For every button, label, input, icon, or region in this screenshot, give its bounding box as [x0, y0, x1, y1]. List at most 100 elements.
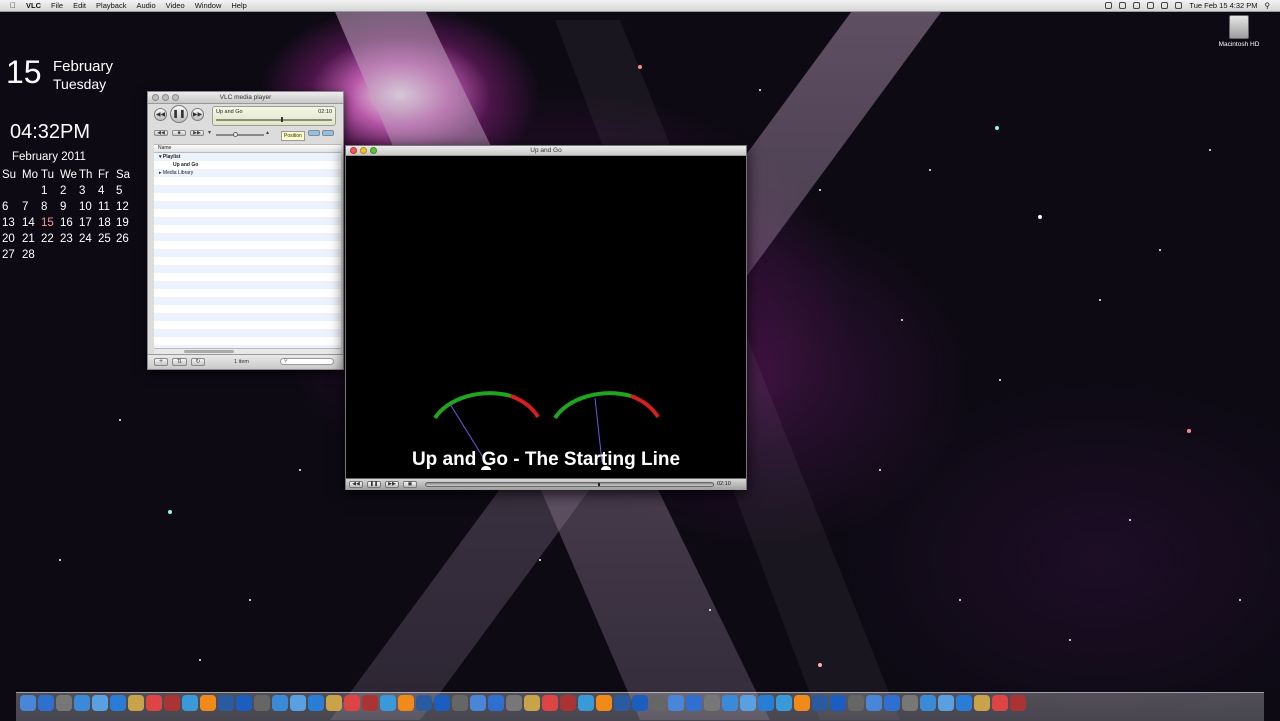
- menu-video[interactable]: Video: [166, 0, 185, 11]
- app-store-icon[interactable]: [182, 695, 198, 711]
- rewind-button[interactable]: ◀◀: [154, 108, 167, 121]
- safari-icon[interactable]: [38, 695, 54, 711]
- photoshop-icon[interactable]: [992, 695, 1008, 711]
- video-position-slider[interactable]: [425, 482, 714, 487]
- fullscreen-button[interactable]: [322, 130, 334, 136]
- safari-icon[interactable]: [542, 695, 558, 711]
- system-preferences-icon[interactable]: [812, 695, 828, 711]
- chat-icon[interactable]: [362, 695, 378, 711]
- scrollbar-thumb[interactable]: [184, 350, 234, 353]
- photo-booth-icon[interactable]: [416, 695, 432, 711]
- xcode-icon[interactable]: [974, 695, 990, 711]
- xcode-icon[interactable]: [218, 695, 234, 711]
- repeat-button[interactable]: ↻: [191, 358, 205, 366]
- close-button[interactable]: [152, 94, 159, 101]
- menu-file[interactable]: File: [51, 0, 63, 11]
- finder-icon[interactable]: [20, 695, 36, 711]
- calendar-icon[interactable]: [146, 695, 162, 711]
- fast-forward-button[interactable]: ▶▶: [385, 481, 399, 488]
- vlc-icon[interactable]: [452, 695, 468, 711]
- wifi-icon[interactable]: [1147, 2, 1155, 9]
- network-icon[interactable]: [596, 695, 612, 711]
- finder-icon[interactable]: [272, 695, 288, 711]
- xcode-icon[interactable]: [470, 695, 486, 711]
- vlc-icon[interactable]: [200, 695, 216, 711]
- playlist-column-name[interactable]: Name: [154, 145, 341, 153]
- trash-icon[interactable]: [254, 695, 270, 711]
- menu-edit[interactable]: Edit: [73, 0, 86, 11]
- chat-icon[interactable]: [110, 695, 126, 711]
- hard-drive-icon[interactable]: Macintosh HD: [1212, 15, 1266, 48]
- calendar-icon[interactable]: [902, 695, 918, 711]
- screen-icon[interactable]: [1105, 2, 1113, 9]
- system-preferences-icon[interactable]: [56, 695, 72, 711]
- folder-icon[interactable]: [380, 695, 396, 711]
- next-button[interactable]: ▶▶: [190, 130, 204, 136]
- menu-window[interactable]: Window: [195, 0, 222, 11]
- vlc-icon[interactable]: [956, 695, 972, 711]
- pause-button[interactable]: ❚❚: [170, 105, 188, 123]
- disclosure-open-icon[interactable]: ▾: [159, 154, 162, 160]
- network-icon[interactable]: [848, 695, 864, 711]
- fast-forward-button[interactable]: ▶▶: [191, 108, 204, 121]
- finder-icon[interactable]: [776, 695, 792, 711]
- photoshop-icon[interactable]: [740, 695, 756, 711]
- xcode-icon[interactable]: [722, 695, 738, 711]
- position-knob[interactable]: [280, 117, 283, 122]
- photo-booth-icon[interactable]: [164, 695, 180, 711]
- photo-booth-icon[interactable]: [668, 695, 684, 711]
- battery-icon[interactable]: [1175, 2, 1183, 9]
- media-library-row[interactable]: ▸ Media Library: [154, 169, 341, 177]
- rewind-button[interactable]: ◀◀: [349, 481, 363, 488]
- app-store-icon[interactable]: [434, 695, 450, 711]
- vlc-icon[interactable]: [704, 695, 720, 711]
- network-icon[interactable]: [92, 695, 108, 711]
- zoom-button[interactable]: [370, 147, 377, 154]
- spotlight-icon[interactable]: ⚲: [1265, 0, 1271, 11]
- trash-icon[interactable]: [1010, 695, 1026, 711]
- video-screen[interactable]: Up and Go - The Starting Line: [346, 156, 746, 478]
- calendar-icon[interactable]: [650, 695, 666, 711]
- folder-icon[interactable]: [884, 695, 900, 711]
- playlist-group-row[interactable]: ▾ Playlist: [154, 153, 341, 161]
- photoshop-icon[interactable]: [236, 695, 252, 711]
- chat-icon[interactable]: [866, 695, 882, 711]
- network-icon[interactable]: [344, 695, 360, 711]
- pause-button[interactable]: ❚❚: [367, 481, 381, 488]
- finder-icon[interactable]: [524, 695, 540, 711]
- preview-icon[interactable]: [578, 695, 594, 711]
- minimize-button[interactable]: [162, 94, 169, 101]
- playlist-search-field[interactable]: ⚲: [280, 358, 334, 365]
- playlist-track-row[interactable]: Up and Go: [154, 161, 341, 169]
- safari-icon[interactable]: [290, 695, 306, 711]
- system-preferences-icon[interactable]: [308, 695, 324, 711]
- volume-icon[interactable]: [1161, 2, 1169, 9]
- zoom-button[interactable]: [172, 94, 179, 101]
- chat-icon[interactable]: [614, 695, 630, 711]
- preview-icon[interactable]: [830, 695, 846, 711]
- disclosure-closed-icon[interactable]: ▸: [159, 170, 162, 176]
- volume-slider[interactable]: [216, 132, 264, 137]
- menu-audio[interactable]: Audio: [136, 0, 155, 11]
- add-item-button[interactable]: +: [154, 358, 168, 366]
- calendar-icon[interactable]: [398, 695, 414, 711]
- previous-button[interactable]: ◀◀: [154, 130, 168, 136]
- stop-button[interactable]: ■: [172, 130, 186, 136]
- trash-icon[interactable]: [758, 695, 774, 711]
- folder-icon[interactable]: [128, 695, 144, 711]
- minimize-button[interactable]: [360, 147, 367, 154]
- menu-help[interactable]: Help: [231, 0, 246, 11]
- position-slider[interactable]: [216, 119, 332, 121]
- preview-icon[interactable]: [74, 695, 90, 711]
- time-machine-icon[interactable]: [1133, 2, 1141, 9]
- photoshop-icon[interactable]: [488, 695, 504, 711]
- shuffle-button[interactable]: ⇅: [172, 358, 187, 366]
- trash-icon[interactable]: [506, 695, 522, 711]
- menubar-clock[interactable]: Tue Feb 15 4:32 PM: [1189, 0, 1257, 11]
- bluetooth-icon[interactable]: [1119, 2, 1127, 9]
- system-preferences-icon[interactable]: [560, 695, 576, 711]
- safari-icon[interactable]: [794, 695, 810, 711]
- apple-menu-icon[interactable]: : [10, 0, 16, 11]
- app-store-icon[interactable]: [938, 695, 954, 711]
- app-store-icon[interactable]: [686, 695, 702, 711]
